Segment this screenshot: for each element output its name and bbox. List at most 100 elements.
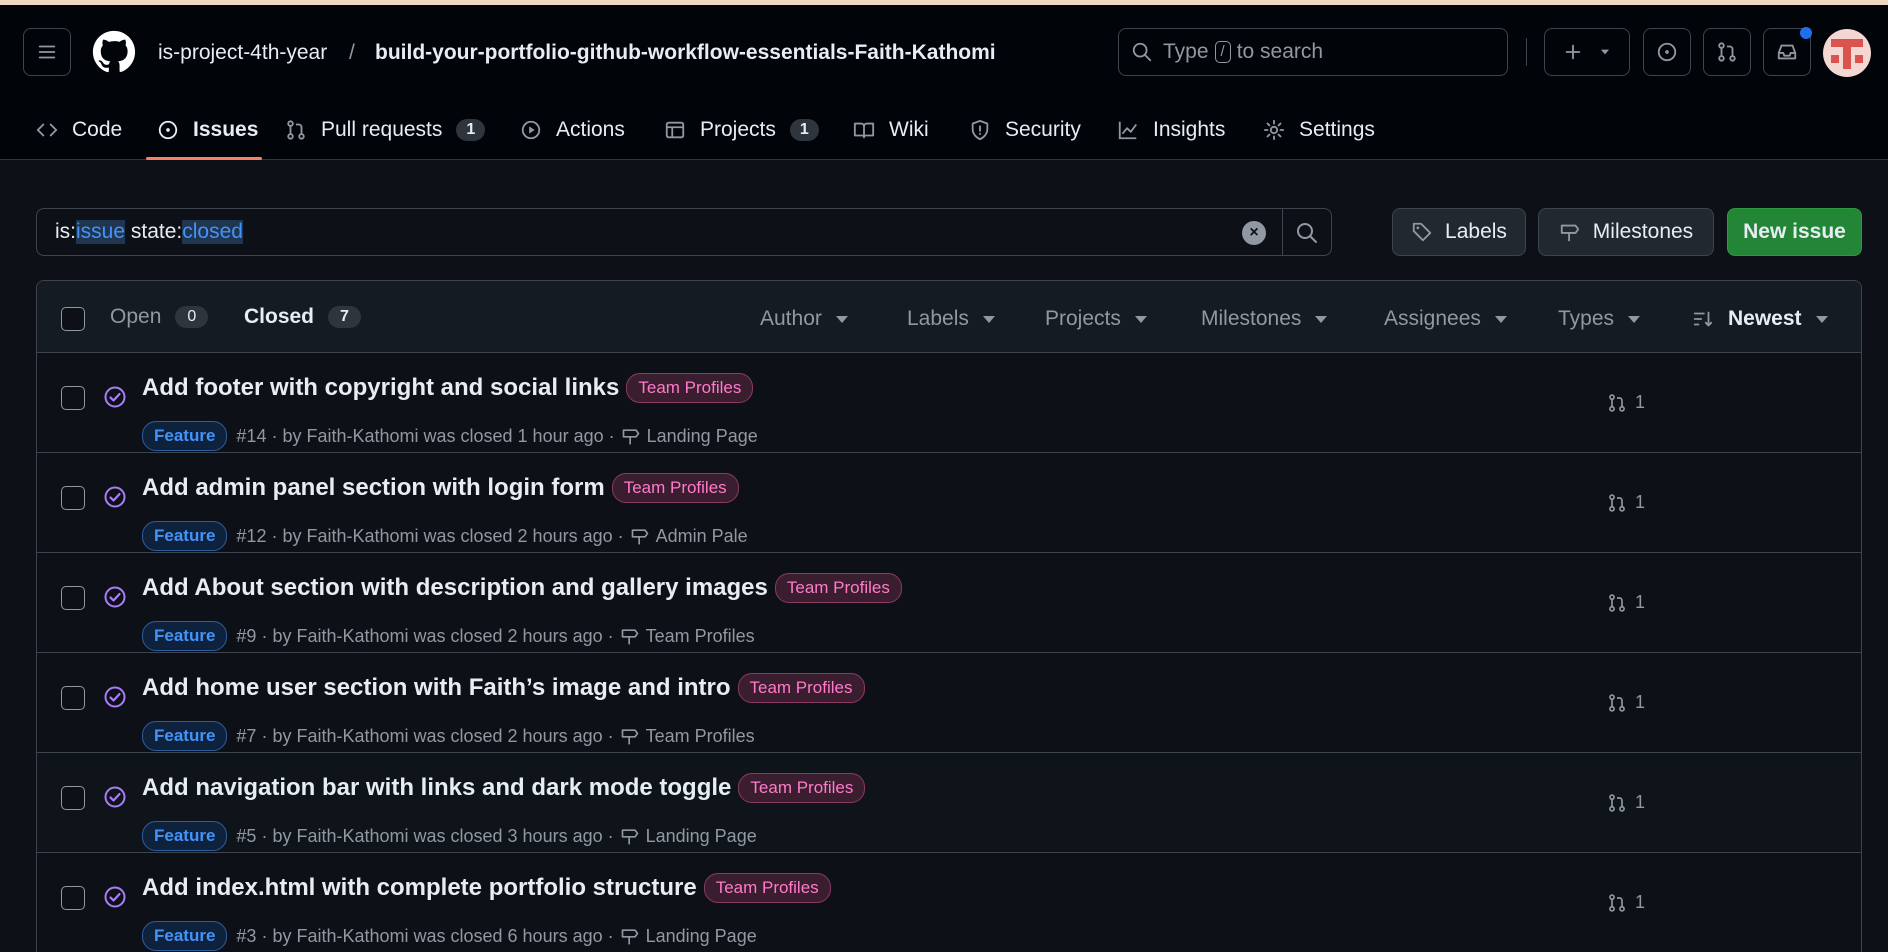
select-all-checkbox[interactable] bbox=[61, 307, 85, 331]
issue-row[interactable]: Add footer with copyright and social lin… bbox=[37, 353, 1861, 453]
x-icon: × bbox=[1249, 224, 1259, 241]
issue-milestone-link[interactable]: Landing Page bbox=[620, 926, 757, 947]
issue-row[interactable]: Add index.html with complete portfolio s… bbox=[37, 853, 1861, 952]
git-pull-request-icon bbox=[1607, 593, 1635, 613]
issue-title-link[interactable]: Add navigation bar with links and dark m… bbox=[142, 774, 731, 802]
breadcrumb-owner[interactable]: is-project-4th-year bbox=[158, 41, 327, 65]
issue-title-link[interactable]: Add footer with copyright and social lin… bbox=[142, 374, 619, 402]
issue-milestone-link[interactable]: Landing Page bbox=[620, 826, 757, 847]
issue-select-checkbox[interactable] bbox=[61, 886, 85, 910]
triangle-down-icon bbox=[835, 315, 848, 323]
issue-opened-icon bbox=[1657, 42, 1677, 62]
labels-button[interactable]: Labels bbox=[1392, 208, 1526, 256]
avatar[interactable] bbox=[1823, 29, 1871, 77]
issue-label[interactable]: Team Profiles bbox=[626, 373, 754, 403]
milestones-filter[interactable]: Milestones bbox=[1201, 307, 1328, 331]
tab-settings[interactable]: Settings bbox=[1263, 110, 1375, 150]
labels-filter[interactable]: Labels bbox=[907, 307, 995, 331]
tab-issues[interactable]: Issues bbox=[157, 110, 258, 150]
issue-row[interactable]: Add admin panel section with login form T… bbox=[37, 453, 1861, 553]
open-count-badge: 0 bbox=[175, 306, 209, 328]
issue-row[interactable]: Add navigation bar with links and dark m… bbox=[37, 753, 1861, 853]
sort-dropdown[interactable]: Newest bbox=[1692, 307, 1828, 331]
issue-closed-icon bbox=[103, 885, 127, 909]
issue-type-badge[interactable]: Feature bbox=[142, 621, 228, 651]
types-filter[interactable]: Types bbox=[1558, 307, 1641, 331]
github-logo[interactable] bbox=[91, 29, 137, 75]
issue-select-checkbox[interactable] bbox=[61, 686, 85, 710]
linked-pr-count[interactable]: 1 bbox=[1607, 492, 1645, 513]
issues-shortcut-button[interactable] bbox=[1643, 28, 1691, 76]
issue-meta: Feature #14 · by Faith-Kathomi was closed… bbox=[142, 421, 758, 451]
issue-milestone-link[interactable]: Team Profiles bbox=[620, 626, 755, 647]
create-new-button[interactable] bbox=[1544, 28, 1630, 76]
linked-pr-count[interactable]: 1 bbox=[1607, 792, 1645, 813]
projects-filter[interactable]: Projects bbox=[1045, 307, 1147, 331]
issue-select-checkbox[interactable] bbox=[61, 586, 85, 610]
issue-label[interactable]: Team Profiles bbox=[738, 773, 866, 803]
milestone-icon bbox=[620, 626, 646, 646]
issue-label[interactable]: Team Profiles bbox=[774, 573, 902, 603]
pull-requests-shortcut-button[interactable] bbox=[1703, 28, 1751, 76]
linked-pr-count-value: 1 bbox=[1635, 792, 1646, 812]
milestones-button[interactable]: Milestones bbox=[1538, 208, 1714, 256]
issue-closed-icon bbox=[103, 685, 127, 709]
issue-milestone-label: Landing Page bbox=[645, 825, 757, 846]
global-search[interactable]: Type / to search bbox=[1118, 28, 1508, 76]
tab-security[interactable]: Security bbox=[969, 110, 1081, 150]
tab-insights[interactable]: Insights bbox=[1117, 110, 1225, 150]
tab-settings-label: Settings bbox=[1299, 118, 1375, 141]
issue-type-badge[interactable]: Feature bbox=[142, 721, 228, 751]
issue-type-badge[interactable]: Feature bbox=[142, 521, 228, 551]
author-filter[interactable]: Author bbox=[760, 307, 848, 331]
search-icon[interactable] bbox=[1295, 221, 1319, 245]
pull-requests-count-badge: 1 bbox=[456, 119, 486, 141]
tab-code[interactable]: Code bbox=[36, 110, 122, 150]
triangle-down-icon bbox=[982, 315, 995, 323]
tab-projects[interactable]: Projects 1 bbox=[664, 110, 819, 150]
issue-label[interactable]: Team Profiles bbox=[737, 673, 865, 703]
git-pull-request-icon bbox=[1607, 393, 1635, 413]
issue-select-checkbox[interactable] bbox=[61, 386, 85, 410]
breadcrumb-repo[interactable]: build-your-portfolio-github-workflow-ess… bbox=[375, 41, 996, 65]
issue-milestone-link[interactable]: Landing Page bbox=[621, 426, 758, 447]
tab-pull-requests[interactable]: Pull requests 1 bbox=[285, 110, 486, 150]
issue-title-line: Add admin panel section with login form T… bbox=[142, 473, 739, 503]
issue-filter-input[interactable]: is: issue state: closed × bbox=[36, 208, 1332, 256]
tab-insights-label: Insights bbox=[1153, 118, 1226, 141]
linked-pr-count[interactable]: 1 bbox=[1607, 892, 1645, 913]
issue-type-badge[interactable]: Feature bbox=[142, 921, 228, 951]
linked-pr-count[interactable]: 1 bbox=[1607, 392, 1645, 413]
issue-title-link[interactable]: Add home user section with Faith’s image… bbox=[142, 674, 731, 702]
issue-label[interactable]: Team Profiles bbox=[611, 473, 739, 503]
issue-select-checkbox[interactable] bbox=[61, 786, 85, 810]
breadcrumb-separator: / bbox=[349, 41, 355, 64]
issue-type-badge[interactable]: Feature bbox=[142, 821, 228, 851]
tab-actions[interactable]: Actions bbox=[520, 110, 625, 150]
closed-issues-tab[interactable]: Closed 7 bbox=[244, 305, 361, 329]
menu-button[interactable] bbox=[23, 28, 71, 76]
issue-title-link[interactable]: Add About section with description and g… bbox=[142, 574, 768, 602]
filter-divider bbox=[1282, 209, 1283, 255]
linked-pr-count[interactable]: 1 bbox=[1607, 592, 1645, 613]
tab-wiki[interactable]: Wiki bbox=[853, 110, 929, 150]
projects-filter-label: Projects bbox=[1045, 307, 1121, 330]
issue-select-checkbox[interactable] bbox=[61, 486, 85, 510]
assignees-filter[interactable]: Assignees bbox=[1384, 307, 1507, 331]
issue-type-badge[interactable]: Feature bbox=[142, 421, 228, 451]
issue-milestone-link[interactable]: Admin Pale bbox=[630, 526, 748, 547]
gear-icon bbox=[1263, 119, 1285, 141]
issue-row[interactable]: Add About section with description and g… bbox=[37, 553, 1861, 653]
linked-pr-count[interactable]: 1 bbox=[1607, 692, 1645, 713]
open-issues-tab[interactable]: Open 0 bbox=[110, 305, 209, 329]
issue-list-header: Open 0 Closed 7 Author Labels Projects M… bbox=[37, 281, 1861, 353]
issue-row[interactable]: Add home user section with Faith’s image… bbox=[37, 653, 1861, 753]
clear-filter-button[interactable]: × bbox=[1242, 221, 1266, 245]
issue-label[interactable]: Team Profiles bbox=[703, 873, 831, 903]
new-issue-button[interactable]: New issue bbox=[1727, 208, 1862, 256]
filter-qualifier-is: is: bbox=[55, 220, 76, 243]
sort-desc-icon bbox=[1693, 311, 1713, 327]
issue-milestone-link[interactable]: Team Profiles bbox=[620, 726, 755, 747]
issue-title-link[interactable]: Add index.html with complete portfolio s… bbox=[142, 874, 697, 902]
issue-title-link[interactable]: Add admin panel section with login form bbox=[142, 474, 605, 502]
